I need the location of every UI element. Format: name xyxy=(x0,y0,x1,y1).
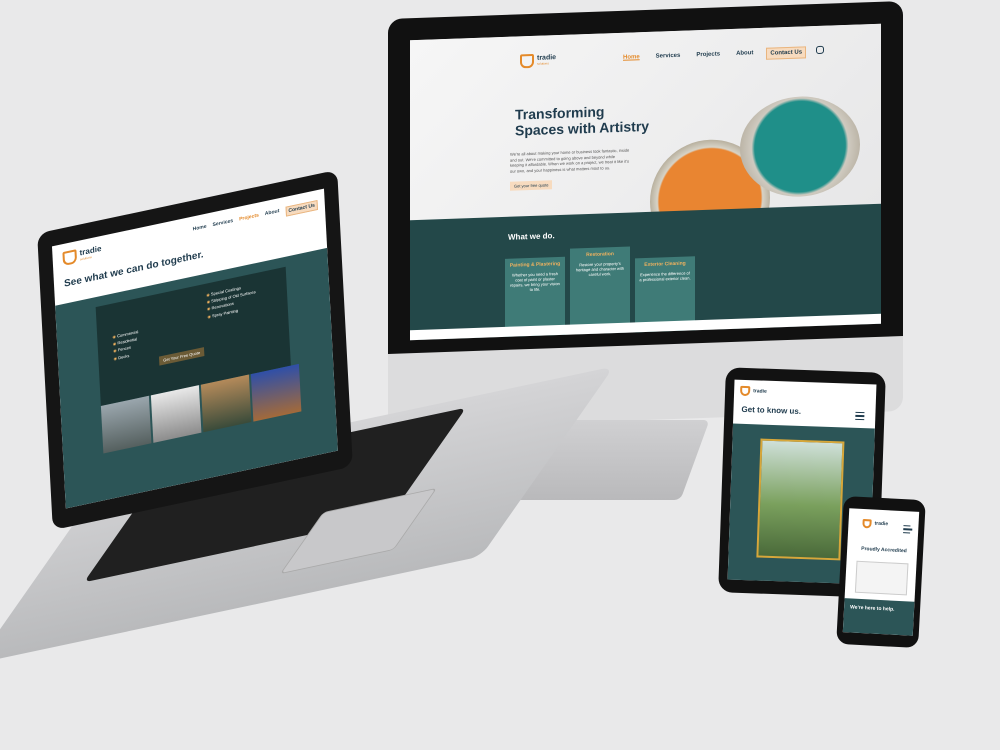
project-photo[interactable] xyxy=(100,395,152,454)
site-logo[interactable]: tradie solutions xyxy=(520,53,556,69)
logo-house-icon xyxy=(520,53,534,69)
service-card-text: Experience the difference of a professio… xyxy=(639,270,691,283)
imac-website: tradie solutions Home Services Projects … xyxy=(410,23,881,341)
what-we-do-title: What we do. xyxy=(508,231,555,242)
logo-house-icon xyxy=(862,518,872,529)
accredited-heading: Proudly Accredited xyxy=(861,545,907,555)
hamburger-menu-icon[interactable] xyxy=(855,411,865,421)
service-card-title: Painting & Plastering xyxy=(509,260,561,269)
hamburger-menu-icon[interactable] xyxy=(903,525,911,534)
teal-paint-can-image xyxy=(740,94,860,199)
instagram-icon[interactable] xyxy=(816,45,825,55)
accreditation-badge xyxy=(854,560,909,596)
nav-home[interactable]: Home xyxy=(193,224,207,237)
nav-about[interactable]: About xyxy=(265,208,280,221)
site-logo[interactable]: tradie xyxy=(862,518,889,529)
imac-device: tradie solutions Home Services Projects … xyxy=(388,1,903,429)
service-card-text: Whether you need a fresh coat of paint o… xyxy=(510,271,560,293)
project-photo[interactable] xyxy=(200,374,252,433)
logo-text: tradie xyxy=(753,387,767,395)
project-photo[interactable] xyxy=(150,385,202,443)
nav-projects[interactable]: Projects xyxy=(239,212,259,226)
logo-house-icon xyxy=(62,249,78,267)
owner-photo xyxy=(756,438,845,561)
hero-title-line2: Spaces with Artistry xyxy=(515,117,650,139)
nav-services[interactable]: Services xyxy=(212,218,233,232)
nav-projects[interactable]: Projects xyxy=(693,49,723,62)
laptop-display: tradie solutions Home Services Projects … xyxy=(37,169,353,531)
logo-subtext: solutions xyxy=(537,61,549,66)
service-card-title: Restoration xyxy=(586,251,614,259)
laptop-website: tradie solutions Home Services Projects … xyxy=(51,188,338,509)
nav-services[interactable]: Services xyxy=(653,51,684,64)
nav-home[interactable]: Home xyxy=(620,52,643,65)
hero-quote-button[interactable]: Get your free quote xyxy=(510,180,553,191)
main-nav: Home Services Projects About Contact Us xyxy=(193,199,319,237)
hero-title: Transforming Spaces with Artistry xyxy=(515,102,649,139)
contact-us-button[interactable]: Contact Us xyxy=(766,46,807,60)
service-card-text: Restore your property's heritage and cha… xyxy=(575,260,625,277)
project-photo[interactable] xyxy=(250,363,302,422)
hero-copy: We're all about making your home or busi… xyxy=(510,147,630,174)
nav-about[interactable]: About xyxy=(733,48,756,61)
phone-website: tradie Proudly Accredited We're here to … xyxy=(842,508,920,636)
main-nav: Home Services Projects About Contact Us xyxy=(620,45,825,65)
phone-device: tradie Proudly Accredited We're here to … xyxy=(836,495,926,649)
site-logo[interactable]: tradie xyxy=(739,385,767,397)
about-title: Get to know us. xyxy=(741,404,802,416)
hero-section: tradie solutions Home Services Projects … xyxy=(410,23,881,262)
services-list-left: Commercial Residential Fences Decks xyxy=(112,328,139,362)
logo-house-icon xyxy=(739,385,751,397)
site-logo[interactable]: tradie solutions xyxy=(62,244,102,267)
service-card-restoration[interactable]: Restoration Restore your property's heri… xyxy=(570,246,630,334)
contact-us-button[interactable]: Contact Us xyxy=(285,199,319,217)
service-card-title: Exterior Cleaning xyxy=(644,260,686,269)
logo-text: tradie xyxy=(874,520,889,528)
